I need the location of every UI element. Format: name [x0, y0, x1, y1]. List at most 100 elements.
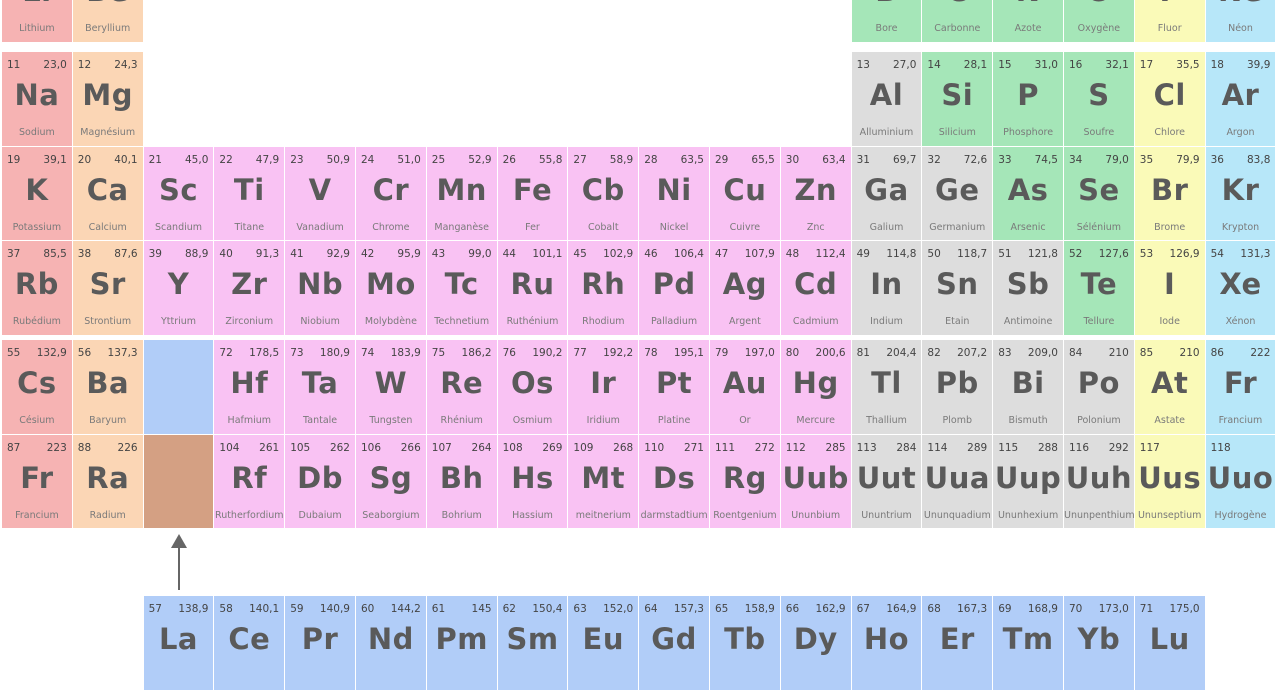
element-cell[interactable]: 70 173,0 Yb [1064, 596, 1135, 691]
element-cell[interactable]: 116 292 Uuh Ununpenthium [1064, 434, 1135, 529]
element-cell[interactable]: 74 183,9 W Tungsten [356, 340, 427, 435]
element-cell[interactable]: 27 58,9 Cb Cobalt [568, 146, 640, 241]
element-cell[interactable]: 31 69,7 Ga Galium [851, 146, 923, 241]
element-cell[interactable]: 60 144,2 Nd [356, 596, 427, 691]
element-cell[interactable]: N Azote [993, 0, 1064, 43]
element-cell[interactable]: 42 95,9 Mo Molybdène [356, 241, 427, 336]
element-cell[interactable]: 108 269 Hs Hassium [497, 434, 569, 529]
element-cell[interactable]: 16 32,1 S Soufre [1064, 52, 1135, 147]
element-cell[interactable]: 118 Uuo Hydrogène [1205, 434, 1277, 529]
element-cell[interactable]: 112 285 Uub Ununbium [780, 434, 852, 529]
element-cell[interactable]: O Oxygène [1064, 0, 1135, 43]
element-cell[interactable]: 39 88,9 Y Yttrium [143, 241, 215, 336]
element-cell[interactable]: 22 47,9 Ti Titane [214, 146, 286, 241]
element-cell[interactable]: 111 272 Rg Roentgenium [710, 434, 781, 529]
element-cell[interactable]: 81 204,4 Tl Thallium [851, 340, 923, 435]
element-cell[interactable]: 46 106,4 Pd Palladium [639, 241, 710, 336]
element-cell[interactable]: 37 85,5 Rb Rubédium [2, 241, 73, 336]
element-cell[interactable]: 77 192,2 Ir Iridium [568, 340, 640, 435]
element-cell[interactable]: 38 87,6 Sr Strontium [72, 241, 144, 336]
element-cell[interactable]: 41 92,9 Nb Niobium [285, 241, 356, 336]
element-cell[interactable]: 26 55,8 Fe Fer [497, 146, 569, 241]
element-cell[interactable]: 115 288 Uup Ununhexium [993, 434, 1064, 529]
element-cell[interactable]: 62 150,4 Sm [497, 596, 569, 691]
element-cell[interactable]: 82 207,2 Pb Plomb [922, 340, 994, 435]
element-cell[interactable]: 80 200,6 Hg Mercure [780, 340, 852, 435]
element-cell[interactable]: 113 284 Uut Ununtrium [851, 434, 923, 529]
element-cell[interactable]: 43 99,0 Tc Technetium [426, 241, 498, 336]
element-cell[interactable]: 83 209,0 Bi Bismuth [993, 340, 1064, 435]
element-cell[interactable]: 29 65,5 Cu Cuivre [710, 146, 781, 241]
element-cell[interactable]: 110 271 Ds darmstadtium [639, 434, 710, 529]
element-cell[interactable]: 45 102,9 Rh Rhodium [568, 241, 640, 336]
element-cell[interactable]: 104 261 Rf Rutherfordium [214, 434, 286, 529]
element-cell[interactable]: 14 28,1 Si Silicium [922, 52, 994, 147]
element-cell[interactable]: 71 175,0 Lu [1134, 596, 1206, 691]
element-cell[interactable]: 50 118,7 Sn Etain [922, 241, 994, 336]
element-cell[interactable]: B Bore [851, 0, 923, 43]
element-cell[interactable]: 30 63,4 Zn Znc [780, 146, 852, 241]
element-cell[interactable]: 66 162,9 Dy [780, 596, 852, 691]
element-cell[interactable]: Li Lithium [2, 0, 73, 43]
element-cell[interactable]: 28 63,5 Ni Nickel [639, 146, 710, 241]
element-cell[interactable]: 33 74,5 As Arsenic [993, 146, 1064, 241]
element-cell[interactable]: 117 Uus Ununseptium [1134, 434, 1206, 529]
element-cell[interactable]: 67 164,9 Ho [851, 596, 923, 691]
element-cell[interactable]: F Fluor [1134, 0, 1206, 43]
element-cell[interactable]: 85 210 At Astate [1134, 340, 1206, 435]
element-cell[interactable]: 15 31,0 P Phosphore [993, 52, 1064, 147]
element-cell[interactable]: 78 195,1 Pt Platine [639, 340, 710, 435]
element-cell[interactable]: 109 268 Mt meitnerium [568, 434, 640, 529]
element-cell[interactable]: 79 197,0 Au Or [710, 340, 781, 435]
element-cell[interactable]: 84 210 Po Polonium [1064, 340, 1135, 435]
element-cell[interactable]: 54 131,3 Xe Xénon [1205, 241, 1277, 336]
element-cell[interactable]: 21 45,0 Sc Scandium [143, 146, 215, 241]
element-cell[interactable]: 12 24,3 Mg Magnésium [72, 52, 144, 147]
element-cell[interactable]: 48 112,4 Cd Cadmium [780, 241, 852, 336]
element-cell[interactable]: 114 289 Uua Ununquadium [922, 434, 994, 529]
element-cell[interactable]: 105 262 Db Dubaium [285, 434, 356, 529]
element-cell[interactable]: 76 190,2 Os Osmium [497, 340, 569, 435]
element-cell[interactable]: 36 83,8 Kr Krypton [1205, 146, 1277, 241]
element-cell[interactable]: 47 107,9 Ag Argent [710, 241, 781, 336]
element-cell[interactable]: 35 79,9 Br Brome [1134, 146, 1206, 241]
element-cell[interactable]: 63 152,0 Eu [568, 596, 640, 691]
element-cell[interactable]: 32 72,6 Ge Germanium [922, 146, 994, 241]
element-cell[interactable]: 56 137,3 Ba Baryum [72, 340, 144, 435]
element-cell[interactable]: 106 266 Sg Seaborgium [356, 434, 427, 529]
element-cell[interactable]: 73 180,9 Ta Tantale [285, 340, 356, 435]
element-cell[interactable]: 11 23,0 Na Sodium [2, 52, 73, 147]
element-cell[interactable]: 69 168,9 Tm [993, 596, 1064, 691]
element-cell[interactable]: 87 223 Fr Francium [2, 434, 73, 529]
element-cell[interactable]: 51 121,8 Sb Antimoine [993, 241, 1064, 336]
element-cell[interactable]: 88 226 Ra Radium [72, 434, 144, 529]
element-cell[interactable]: 40 91,3 Zr Zirconium [214, 241, 286, 336]
element-cell[interactable]: 24 51,0 Cr Chrome [356, 146, 427, 241]
element-cell[interactable]: 19 39,1 K Potassium [2, 146, 73, 241]
element-cell[interactable]: 17 35,5 Cl Chlore [1134, 52, 1206, 147]
element-cell[interactable]: 44 101,1 Ru Ruthénium [497, 241, 569, 336]
element-cell[interactable]: 75 186,2 Re Rhénium [426, 340, 498, 435]
element-cell[interactable]: 52 127,6 Te Tellure [1064, 241, 1135, 336]
element-cell[interactable]: 53 126,9 I Iode [1134, 241, 1206, 336]
element-cell[interactable]: 58 140,1 Ce [214, 596, 286, 691]
element-cell[interactable]: 65 158,9 Tb [710, 596, 781, 691]
element-cell[interactable]: 23 50,9 V Vanadium [285, 146, 356, 241]
element-cell[interactable]: 34 79,0 Se Sélénium [1064, 146, 1135, 241]
element-cell[interactable]: 13 27,0 Al Alluminium [851, 52, 923, 147]
element-cell[interactable]: 25 52,9 Mn Manganèse [426, 146, 498, 241]
element-cell[interactable]: 20 40,1 Ca Calcium [72, 146, 144, 241]
element-cell[interactable]: 18 39,9 Ar Argon [1205, 52, 1277, 147]
element-cell[interactable]: 61 145 Pm [426, 596, 498, 691]
element-cell[interactable]: 57 138,9 La [143, 596, 215, 691]
element-cell[interactable]: 72 178,5 Hf Hafmium [214, 340, 286, 435]
element-cell[interactable]: C Carbonne [922, 0, 994, 43]
element-cell[interactable]: 68 167,3 Er [922, 596, 994, 691]
element-cell[interactable]: 107 264 Bh Bohrium [426, 434, 498, 529]
element-cell[interactable]: Be Beryllium [72, 0, 144, 43]
element-cell[interactable]: 55 132,9 Cs Césium [2, 340, 73, 435]
element-cell[interactable]: 59 140,9 Pr [285, 596, 356, 691]
element-cell[interactable]: Ne Néon [1205, 0, 1277, 43]
element-cell[interactable]: 64 157,3 Gd [639, 596, 710, 691]
element-cell[interactable]: 49 114,8 In Indium [851, 241, 923, 336]
